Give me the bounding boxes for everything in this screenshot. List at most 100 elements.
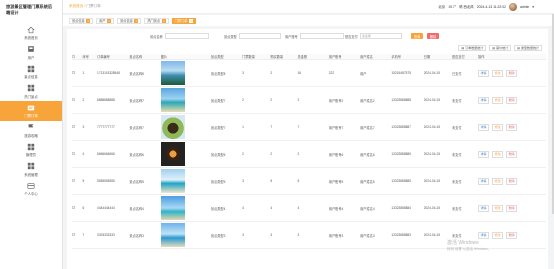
edit-button[interactable]: 修改 <box>492 69 504 77</box>
table-cell: 景点类型8 <box>210 59 243 87</box>
table-row[interactable]: 5 5555555555 景点名称5 景点类型5 3 5 5 用户账号5 用户姓名5 133238… <box>72 167 546 195</box>
close-icon[interactable]: × <box>188 18 193 23</box>
username[interactable]: admin <box>520 5 529 9</box>
sidebar-item-1[interactable]: 用户 <box>0 43 62 63</box>
close-icon[interactable]: × <box>86 18 91 23</box>
grid-icon <box>27 162 35 170</box>
spot-name-input[interactable] <box>164 33 209 39</box>
view-button[interactable]: 详情 <box>478 96 490 104</box>
grid-icon <box>27 65 35 73</box>
table-cell: 景点类型3 <box>210 221 243 249</box>
row-checkbox[interactable] <box>72 152 75 155</box>
tab-label: 景点信息 <box>72 19 85 23</box>
chevron-down-icon[interactable]: ▾ <box>532 5 534 9</box>
delete-row-button[interactable]: 删除 <box>506 177 518 185</box>
avatar[interactable] <box>509 2 518 11</box>
delete-button[interactable]: 删除 <box>427 33 439 39</box>
table-cell: 用户账号2 <box>328 86 361 114</box>
row-checkbox-cell <box>72 86 83 114</box>
type-count-stat-button[interactable]: ▤ 类型数量统计 <box>514 45 542 51</box>
orders-table: 序号 订单编号 景点名称 图片 景点类型 门票数量 购买数量 总金额 用户账号 用户姓名 手机号 日期… <box>72 54 546 249</box>
table-cell: 3 <box>242 59 271 87</box>
tab-4[interactable]: 门票订单 × <box>171 17 196 24</box>
sidebar: 旅游景区管理门票系统后 端设计 系统首页 用户 景点信息 热门景点 门票订单 旅游攻略 管理… <box>0 0 63 269</box>
table-row[interactable]: 6 4444444444 景点名称4 景点类型4 4 4 4 用户账号4 用户姓名4 133238… <box>72 194 546 222</box>
sidebar-item-2[interactable]: 景点信息 <box>0 62 62 82</box>
table-cell: 景点名称7 <box>129 113 161 141</box>
filter-user-account: 用户账号 <box>285 33 344 39</box>
close-icon[interactable]: × <box>161 18 166 23</box>
tab-0[interactable]: 景点信息 × <box>69 17 94 24</box>
row-checkbox[interactable] <box>72 125 75 128</box>
sidebar-item-4[interactable]: 门票订单 <box>0 101 62 121</box>
edit-button[interactable]: 修改 <box>492 96 504 104</box>
table-cell: 未支付 <box>451 140 479 168</box>
edit-button[interactable]: 修改 <box>492 231 504 239</box>
brand-title: 旅游景区管理门票系统后 端设计 <box>0 0 62 15</box>
card-icon <box>27 182 35 190</box>
select-all-checkbox[interactable] <box>72 54 75 58</box>
sidebar-item-0[interactable]: 系统首页 <box>0 23 62 43</box>
table-cell: 用户账号7 <box>328 113 361 141</box>
weather-temperature: 19.7° <box>448 4 457 9</box>
table-cell: 景点名称3 <box>129 221 161 249</box>
edit-button[interactable]: 修改 <box>492 177 504 185</box>
edit-button[interactable]: 修改 <box>492 204 504 212</box>
sidebar-item-5[interactable]: 旅游攻略 <box>0 121 62 141</box>
view-button[interactable]: 详情 <box>478 150 490 158</box>
sidebar-item-8[interactable]: 个人中心 <box>0 179 62 199</box>
price-stat-button[interactable]: ▤ 票价统计 <box>489 45 512 51</box>
table-row[interactable]: 3 7777777777 景点名称7 景点类型7 1 7 7 用户账号7 用户姓名7 133238… <box>72 113 546 141</box>
main-content: 景点名称 景点类型 用户账号 是否支付 请选择 查询 删除 ▤ 订单数量统计 ▤ 票… <box>67 29 548 269</box>
table-cell: 用户账号5 <box>328 167 361 195</box>
close-icon[interactable]: × <box>107 18 112 23</box>
tab-1[interactable]: 用户 × <box>96 17 115 24</box>
user-account-input[interactable] <box>299 33 344 39</box>
paid-select[interactable]: 请选择 <box>359 33 402 39</box>
order-count-stat-button[interactable]: ▤ 订单数量统计 <box>458 45 487 51</box>
view-button[interactable]: 详情 <box>478 123 490 131</box>
row-checkbox[interactable] <box>72 233 75 236</box>
delete-row-button[interactable]: 删除 <box>506 69 518 77</box>
tab-3[interactable]: 热门景点 × <box>144 17 169 24</box>
delete-row-button[interactable]: 删除 <box>506 96 518 104</box>
table-cell: 2 <box>297 140 329 168</box>
row-checkbox[interactable] <box>72 71 75 74</box>
header-info: 北京 19.7° 晴 西北风 2024-4-13 11:22:02 admin … <box>438 2 554 11</box>
table-cell: 7 <box>270 113 298 141</box>
row-checkbox-cell <box>72 167 83 195</box>
delete-row-button[interactable]: 删除 <box>506 204 518 212</box>
view-button[interactable]: 详情 <box>478 69 490 77</box>
row-checkbox[interactable] <box>72 98 75 101</box>
table-cell: 2 <box>242 86 271 114</box>
table-cell: 6 <box>82 194 98 222</box>
close-icon[interactable]: × <box>134 18 139 23</box>
view-button[interactable]: 详情 <box>478 204 490 212</box>
table-row[interactable]: 4 6666666666 景点名称6 景点类型6 2 2 2 用户账号6 用户姓名6 133238… <box>72 140 546 168</box>
view-button[interactable]: 详情 <box>478 177 490 185</box>
sidebar-item-7[interactable]: 系统管理 <box>0 160 62 180</box>
view-button[interactable]: 详情 <box>478 231 490 239</box>
search-button[interactable]: 查询 <box>411 33 423 39</box>
brand-line-1: 旅游景区管理门票系统后 <box>6 4 53 9</box>
table-cell: 未支付 <box>451 86 479 114</box>
breadcrumb-home[interactable]: 系统首页 <box>69 4 83 8</box>
table-cell: 2024-04-15 <box>423 86 452 114</box>
sidebar-item-6[interactable]: 管理员 <box>0 140 62 160</box>
edit-button[interactable]: 修改 <box>492 123 504 131</box>
table-cell: 景点类型7 <box>210 113 243 141</box>
delete-row-button[interactable]: 删除 <box>506 231 518 239</box>
sidebar-item-3[interactable]: 热门景点 <box>0 82 62 102</box>
tab-2[interactable]: 景点信息 × <box>117 17 142 24</box>
weather-desc: 晴 西北风 <box>459 5 474 9</box>
spot-type-input[interactable] <box>238 33 281 39</box>
windows-activation-watermark: 激活 Windows 转到“设置”以激活 Windows。 <box>447 240 491 252</box>
edit-button[interactable]: 修改 <box>492 150 504 158</box>
table-row[interactable]: 2 8888888888 景点名称7 景点类型7 2 2 2 用户账号2 用户姓名2 133238… <box>72 86 546 114</box>
delete-row-button[interactable]: 删除 <box>506 123 518 131</box>
table-row[interactable]: 1 1713115328548 景点名称8 景点类型8 3 2 16 222 用户 1521648… <box>72 59 546 87</box>
row-checkbox[interactable] <box>72 179 75 182</box>
watermark-subtitle: 转到“设置”以激活 Windows。 <box>447 247 492 251</box>
delete-row-button[interactable]: 删除 <box>506 150 518 158</box>
row-checkbox[interactable] <box>72 206 75 209</box>
